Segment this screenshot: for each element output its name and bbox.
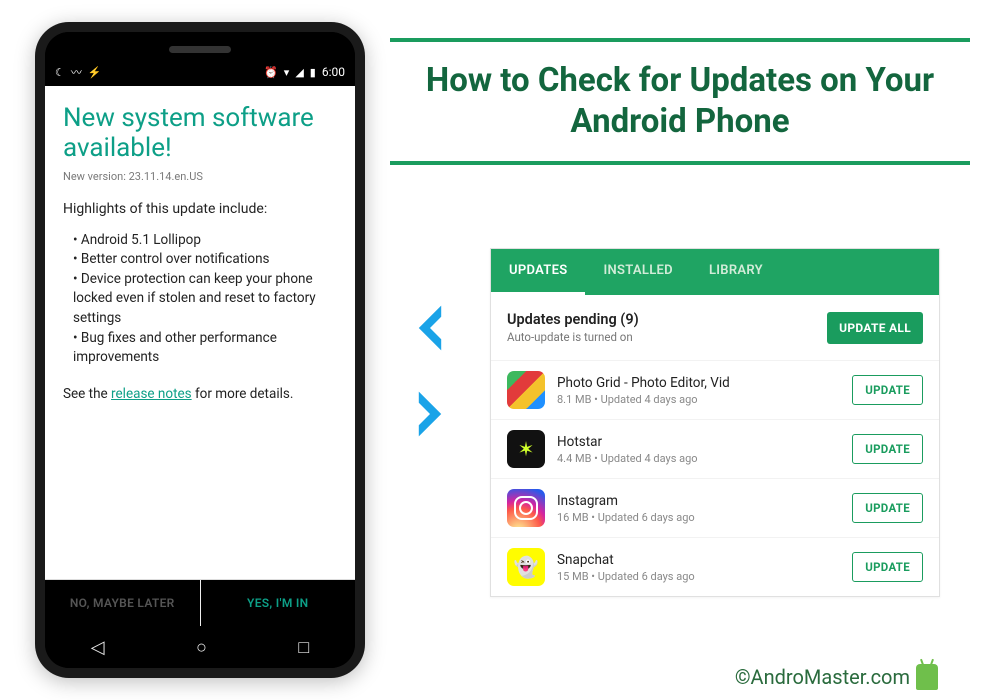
app-name: Instagram: [557, 493, 840, 509]
pending-header: Updates pending (9) Auto-update is turne…: [491, 295, 939, 360]
tab-updates[interactable]: UPDATES: [491, 249, 585, 295]
app-name: Snapchat: [557, 552, 840, 568]
update-button[interactable]: UPDATE: [852, 375, 923, 405]
dialog-buttons: NO, MAYBE LATER YES, I'M IN: [45, 579, 355, 626]
chevron-right-icon: [402, 386, 458, 442]
update-button[interactable]: UPDATE: [852, 434, 923, 464]
status-bar: ☾ 〰 ⚡ ⏰ ▾ ◢ ▮ 6:00: [45, 32, 355, 86]
see-suffix: for more details.: [192, 386, 294, 402]
app-row: Hotstar 4.4 MB • Updated 4 days ago UPDA…: [491, 419, 939, 478]
alarm-icon: ⏰: [264, 66, 278, 79]
back-icon[interactable]: ◁: [91, 637, 105, 658]
app-sub: 16 MB • Updated 6 days ago: [557, 511, 840, 524]
page-title: How to Check for Updates on Your Android…: [390, 42, 970, 161]
app-name: Photo Grid - Photo Editor, Vid: [557, 375, 840, 391]
no-maybe-later-button[interactable]: NO, MAYBE LATER: [45, 580, 201, 626]
pending-title: Updates pending (9): [507, 311, 639, 328]
list-item: Android 5.1 Lollipop: [73, 231, 337, 251]
app-sub: 4.4 MB • Updated 4 days ago: [557, 452, 840, 465]
list-item: Device protection can keep your phone lo…: [73, 270, 337, 329]
update-title: New system software available!: [63, 104, 337, 164]
release-notes-link[interactable]: release notes: [111, 386, 192, 402]
instagram-icon: [507, 489, 545, 527]
credit-text: ©AndroMaster.com: [735, 665, 910, 689]
wifi-icon: ▾: [284, 66, 290, 79]
see-prefix: See the: [63, 386, 111, 402]
tabs: UPDATES INSTALLED LIBRARY: [491, 249, 939, 295]
update-version: New version: 23.11.14.en.US: [63, 170, 337, 183]
app-name: Hotstar: [557, 434, 840, 450]
update-all-button[interactable]: UPDATE ALL: [827, 312, 923, 344]
android-icon: [916, 664, 938, 690]
arrow-pair: [390, 300, 470, 442]
hotstar-icon: [507, 430, 545, 468]
system-update-dialog: New system software available! New versi…: [45, 86, 355, 579]
moon-icon: ☾: [55, 66, 65, 79]
pending-sub: Auto-update is turned on: [507, 330, 639, 344]
update-button[interactable]: UPDATE: [852, 552, 923, 582]
home-icon[interactable]: ○: [196, 637, 207, 658]
list-item: Better control over notifications: [73, 250, 337, 270]
app-sub: 8.1 MB • Updated 4 days ago: [557, 393, 840, 406]
phone-screen: ☾ 〰 ⚡ ⏰ ▾ ◢ ▮ 6:00 New system software a…: [45, 32, 355, 668]
recent-icon[interactable]: □: [298, 637, 309, 658]
yes-im-in-button[interactable]: YES, I'M IN: [201, 580, 356, 626]
app-sub: 15 MB • Updated 6 days ago: [557, 570, 840, 583]
snapchat-icon: [507, 548, 545, 586]
tab-installed[interactable]: INSTALLED: [585, 249, 690, 295]
tab-library[interactable]: LIBRARY: [691, 249, 781, 295]
heading-block: How to Check for Updates on Your Android…: [390, 38, 970, 165]
highlights-label: Highlights of this update include:: [63, 201, 337, 217]
bolt-icon: ⚡: [88, 66, 102, 79]
android-nav-bar: ◁ ○ □: [45, 626, 355, 668]
highlights-list: Android 5.1 Lollipop Better control over…: [63, 231, 337, 368]
app-row: Photo Grid - Photo Editor, Vid 8.1 MB • …: [491, 360, 939, 419]
app-row: Instagram 16 MB • Updated 6 days ago UPD…: [491, 478, 939, 537]
signal-icon: ◢: [295, 66, 303, 79]
photogrid-icon: [507, 371, 545, 409]
wave-icon: 〰: [71, 64, 82, 80]
battery-icon: ▮: [310, 66, 316, 79]
list-item: Bug fixes and other performance improvem…: [73, 329, 337, 368]
phone-speaker: [169, 46, 231, 53]
release-notes-line: See the release notes for more details.: [63, 386, 337, 402]
rule-bottom: [390, 161, 970, 165]
play-store-updates-panel: UPDATES INSTALLED LIBRARY Updates pendin…: [490, 248, 940, 597]
update-button[interactable]: UPDATE: [852, 493, 923, 523]
chevron-left-icon: [402, 300, 458, 356]
phone-mockup: ☾ 〰 ⚡ ⏰ ▾ ◢ ▮ 6:00 New system software a…: [35, 22, 365, 678]
status-time: 6:00: [322, 65, 345, 79]
credit-line: ©AndroMaster.com: [735, 664, 938, 690]
app-row: Snapchat 15 MB • Updated 6 days ago UPDA…: [491, 537, 939, 596]
